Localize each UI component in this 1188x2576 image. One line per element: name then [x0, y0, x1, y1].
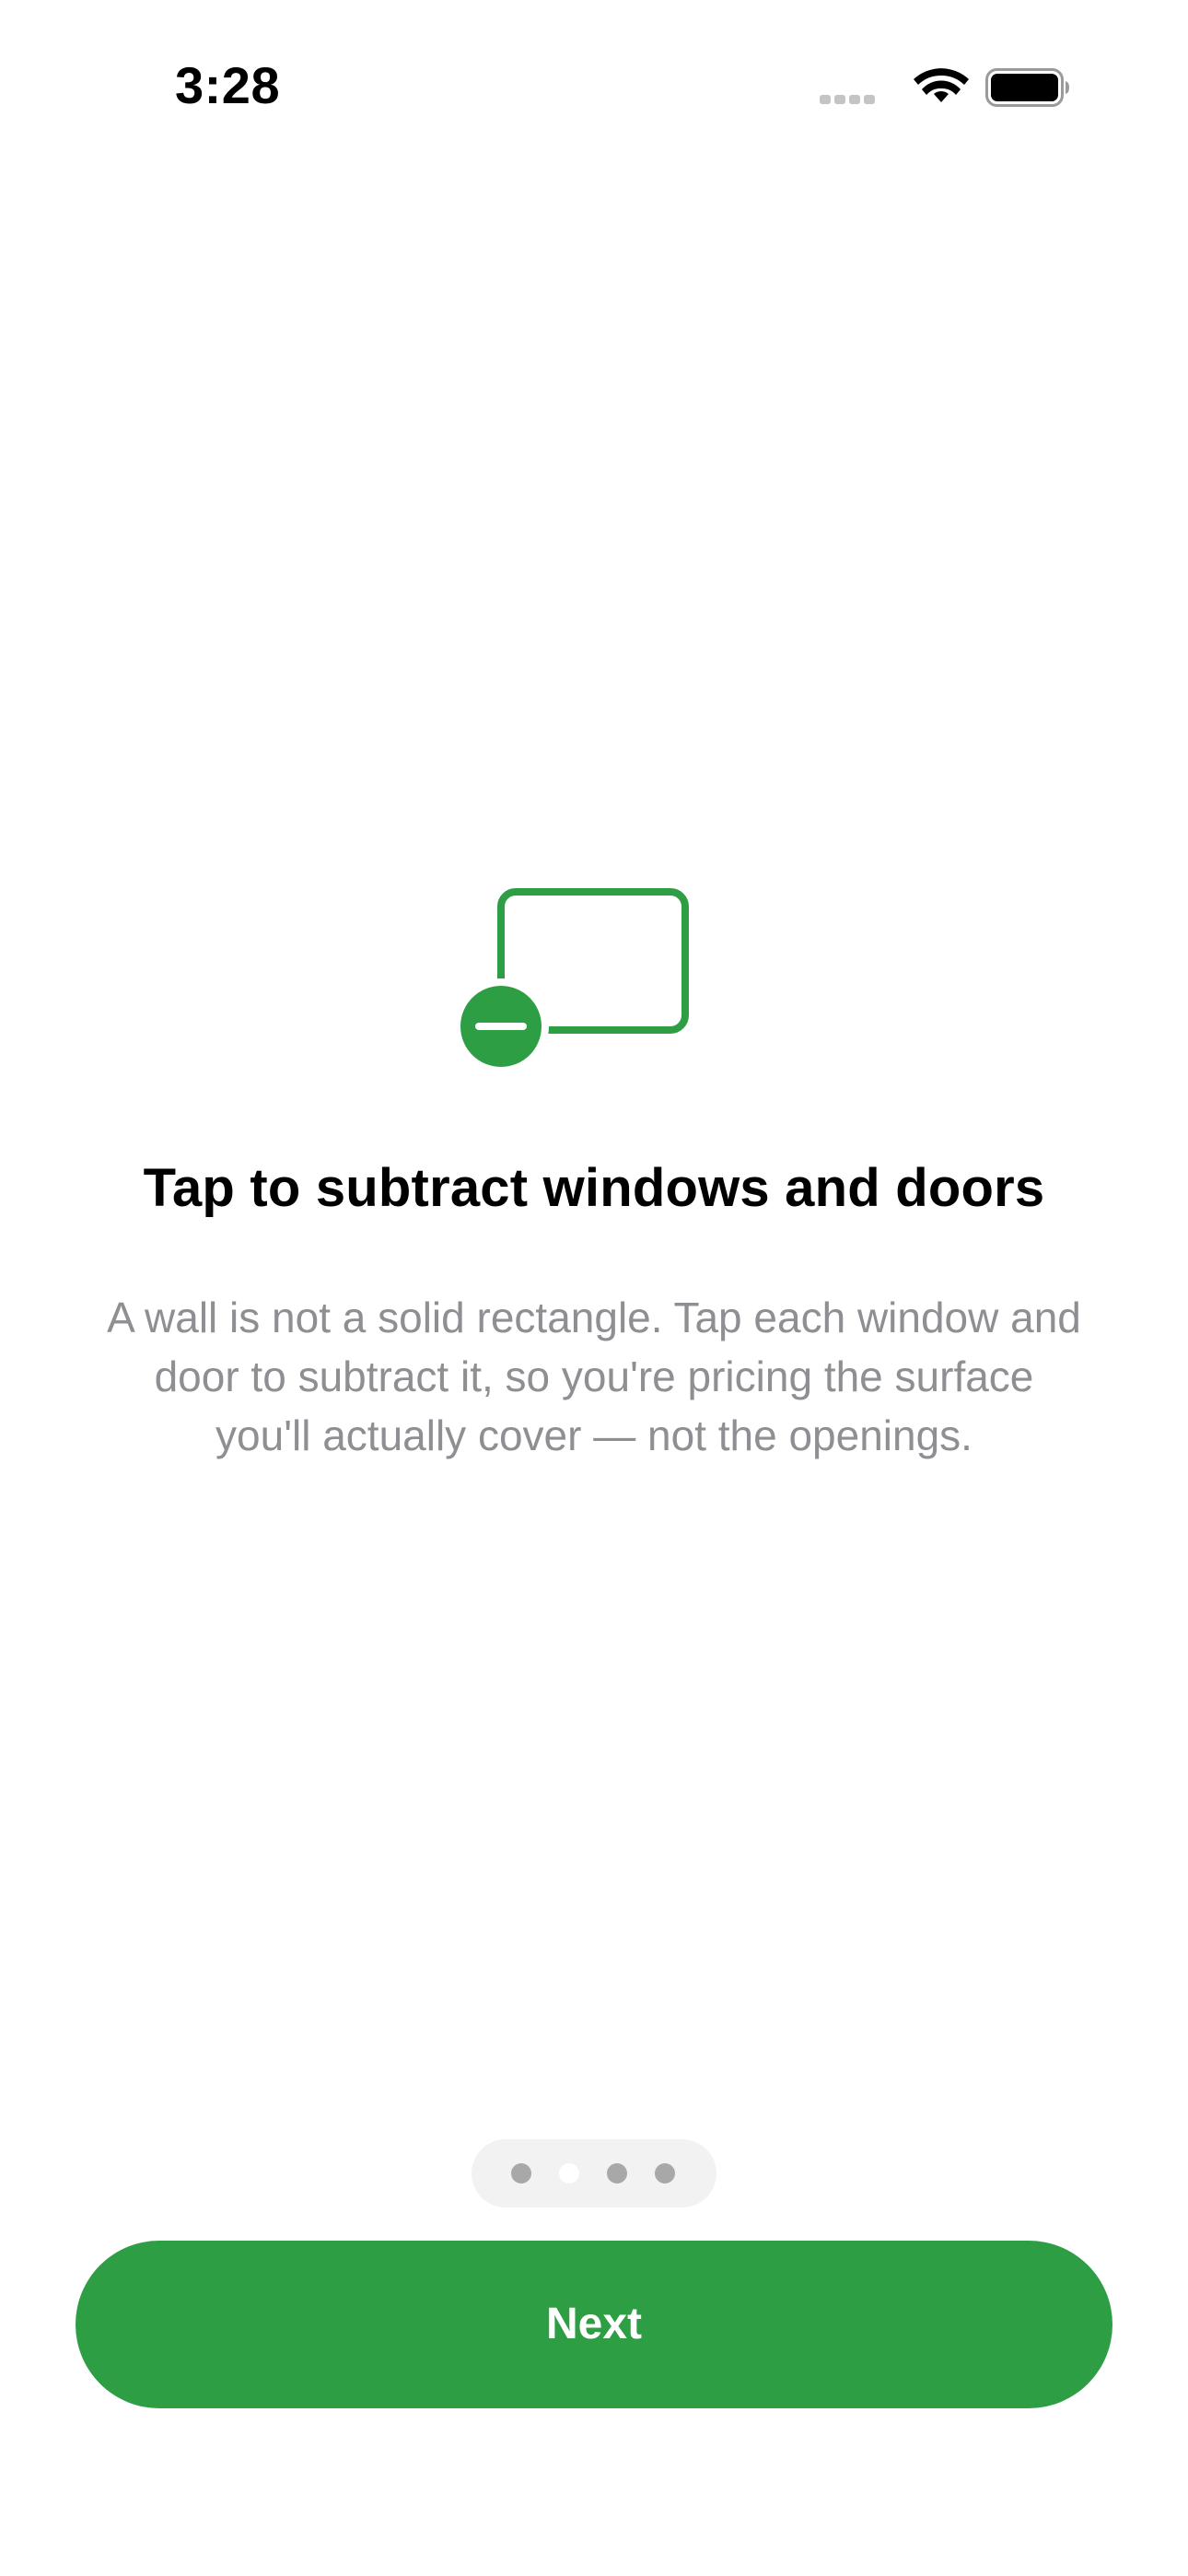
page-indicator[interactable]	[472, 2139, 716, 2207]
status-icons	[820, 64, 1077, 111]
page-dot-active[interactable]	[559, 2163, 579, 2184]
page-dot[interactable]	[607, 2163, 627, 2184]
page-dot[interactable]	[655, 2163, 675, 2184]
status-time: 3:28	[175, 56, 281, 114]
cellular-signal-icon	[820, 92, 879, 109]
subtract-window-icon	[459, 888, 689, 1069]
status-bar: 3:28	[0, 0, 1188, 175]
page-dot[interactable]	[511, 2163, 531, 2184]
battery-icon	[985, 68, 1069, 107]
onboarding-description: A wall is not a solid rectangle. Tap eac…	[107, 1294, 1081, 1459]
onboarding-title: Tap to subtract windows and doors	[143, 1158, 1045, 1218]
next-button[interactable]: Next	[76, 2241, 1112, 2408]
wifi-icon	[914, 68, 969, 102]
